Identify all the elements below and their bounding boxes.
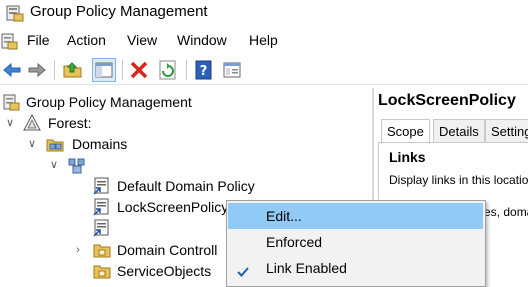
menu-item-label: Enforced — [266, 234, 323, 250]
context-menu: Edit... Enforced Link Enabled — [226, 200, 486, 287]
gpo-link-icon — [93, 177, 111, 195]
gpmc-app-icon — [3, 93, 21, 111]
collapse-chevron-icon[interactable]: ∨ — [5, 113, 15, 133]
menu-item-edit[interactable]: Edit... — [228, 203, 483, 229]
details-title: LockScreenPolicy — [378, 92, 516, 109]
help-icon[interactable]: ? — [193, 59, 215, 81]
menu-file[interactable]: File — [27, 32, 50, 48]
svg-text:?: ? — [200, 64, 208, 79]
tab-settings[interactable]: Setting — [485, 119, 528, 143]
menu-item-link-enabled[interactable]: Link Enabled — [228, 255, 483, 281]
tree-label: Domains — [72, 136, 128, 152]
menu-action[interactable]: Action — [67, 32, 106, 48]
tree-label: Default Domain Policy — [117, 178, 255, 194]
links-description: Display links in this locatio — [389, 173, 528, 187]
gpmc-app-icon — [6, 4, 24, 27]
ou-folder-icon — [93, 241, 111, 259]
tree-label: ServiceObjects — [117, 263, 212, 279]
tree-label: Domain Controll — [117, 242, 218, 258]
menu-item-label: Edit... — [266, 208, 302, 224]
ou-folder-icon — [93, 262, 111, 280]
menu-window[interactable]: Window — [177, 32, 227, 48]
title-bar: Group Policy Management — [0, 0, 528, 26]
expand-chevron-icon[interactable]: › — [73, 240, 83, 260]
menu-item-enforced[interactable]: Enforced — [228, 229, 483, 255]
checkmark-icon — [236, 261, 250, 287]
gpo-link-icon — [93, 219, 111, 237]
collapse-chevron-icon[interactable]: ∨ — [27, 134, 37, 154]
gpo-link-icon — [93, 198, 111, 216]
window-title: Group Policy Management — [30, 3, 208, 20]
menu-item-label: Link Enabled — [266, 260, 347, 276]
tab-scope[interactable]: Scope — [381, 119, 430, 144]
menu-bar: File Action View Window Help — [0, 29, 528, 53]
collapse-chevron-icon[interactable]: ∨ — [49, 155, 59, 175]
back-arrow-icon[interactable] — [1, 59, 23, 81]
refresh-icon[interactable] — [157, 59, 179, 81]
menu-help[interactable]: Help — [249, 32, 278, 48]
system-menu-icon[interactable] — [1, 32, 19, 55]
links-section-heading: Links — [389, 149, 426, 165]
tree-label: Forest: — [48, 115, 92, 131]
properties-icon[interactable] — [221, 59, 243, 81]
menu-view[interactable]: View — [127, 32, 157, 48]
toolbar: ? — [0, 56, 528, 85]
up-folder-icon[interactable] — [62, 59, 84, 81]
forward-arrow-icon[interactable] — [26, 59, 48, 81]
show-hide-tree-icon[interactable] — [92, 58, 116, 82]
domain-icon — [68, 156, 86, 174]
tree-label: Group Policy Management — [26, 94, 192, 110]
forest-icon — [23, 113, 41, 132]
delete-icon[interactable] — [128, 59, 150, 81]
tree-label: LockScreenPolicy — [117, 199, 229, 215]
links-scope-value: es, doma — [484, 205, 528, 219]
domains-folder-icon — [46, 135, 64, 153]
tab-details[interactable]: Details — [433, 119, 485, 143]
